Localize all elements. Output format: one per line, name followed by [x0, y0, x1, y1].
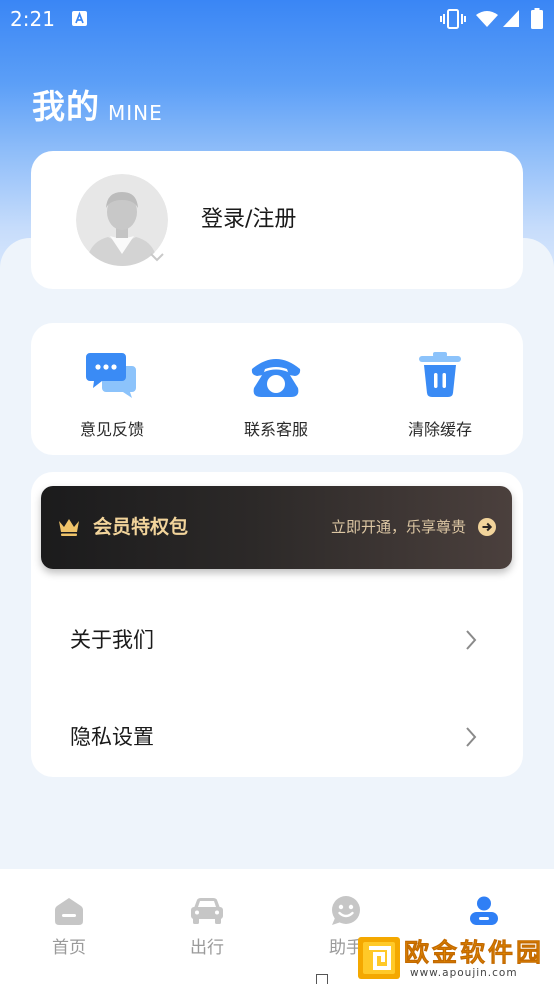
signal-icon: [503, 10, 519, 27]
page-subtitle: MINE: [108, 101, 163, 125]
status-bar: 2:21: [0, 0, 554, 38]
contact-support-label: 联系客服: [243, 420, 308, 439]
battery-icon: [531, 8, 543, 29]
menu-item-privacy-settings[interactable]: 隐私设置: [31, 697, 523, 777]
profile-card[interactable]: 登录/注册: [31, 151, 523, 289]
chevron-right-icon: [465, 629, 477, 651]
menu-item-about-us[interactable]: 关于我们: [31, 600, 523, 680]
vip-cta[interactable]: 立即开通，乐享尊贵: [331, 517, 466, 537]
home-icon: [51, 895, 87, 927]
menu-card: 会员特权包 立即开通，乐享尊贵 关于我们 隐私设置: [31, 472, 523, 777]
feedback-button[interactable]: 意见反馈: [42, 323, 182, 455]
nav-label: 首页: [52, 938, 86, 958]
watermark-name: 欧金软件园: [404, 938, 545, 968]
vip-banner[interactable]: 会员特权包 立即开通，乐享尊贵: [41, 486, 512, 569]
quick-actions-card: 意见反馈 联系客服 清除缓存: [31, 323, 523, 455]
car-icon: [189, 895, 225, 927]
nav-item-travel[interactable]: 出行: [138, 869, 276, 984]
system-nav-recents-icon[interactable]: [316, 974, 328, 984]
user-icon: [466, 895, 502, 927]
menu-item-label: 关于我们: [70, 628, 154, 652]
chevron-down-icon: [149, 247, 165, 262]
watermark-logo: [358, 937, 400, 979]
feedback-chat-icon: [86, 350, 138, 400]
assistant-icon: [328, 895, 364, 927]
chevron-right-icon: [465, 726, 477, 748]
arrow-circle-right-icon[interactable]: [478, 518, 496, 536]
login-register-link[interactable]: 登录/注册: [201, 206, 296, 234]
phone-icon: [250, 350, 302, 400]
status-time: 2:21: [10, 7, 55, 31]
nav-item-home[interactable]: 首页: [0, 869, 138, 984]
nav-label: 出行: [190, 938, 224, 958]
trash-icon: [414, 350, 466, 400]
vip-title: 会员特权包: [93, 516, 189, 538]
a-notification-icon: [72, 11, 87, 26]
feedback-label: 意见反馈: [79, 420, 144, 439]
clear-cache-label: 清除缓存: [407, 420, 472, 439]
crown-icon: [58, 518, 80, 536]
watermark-url: www.apoujin.com: [410, 967, 518, 979]
menu-item-label: 隐私设置: [70, 725, 154, 749]
clear-cache-button[interactable]: 清除缓存: [370, 323, 510, 455]
contact-support-button[interactable]: 联系客服: [206, 323, 346, 455]
wifi-icon: [476, 10, 498, 28]
vibrate-icon: [440, 9, 466, 29]
page-title: 我的: [32, 87, 100, 126]
